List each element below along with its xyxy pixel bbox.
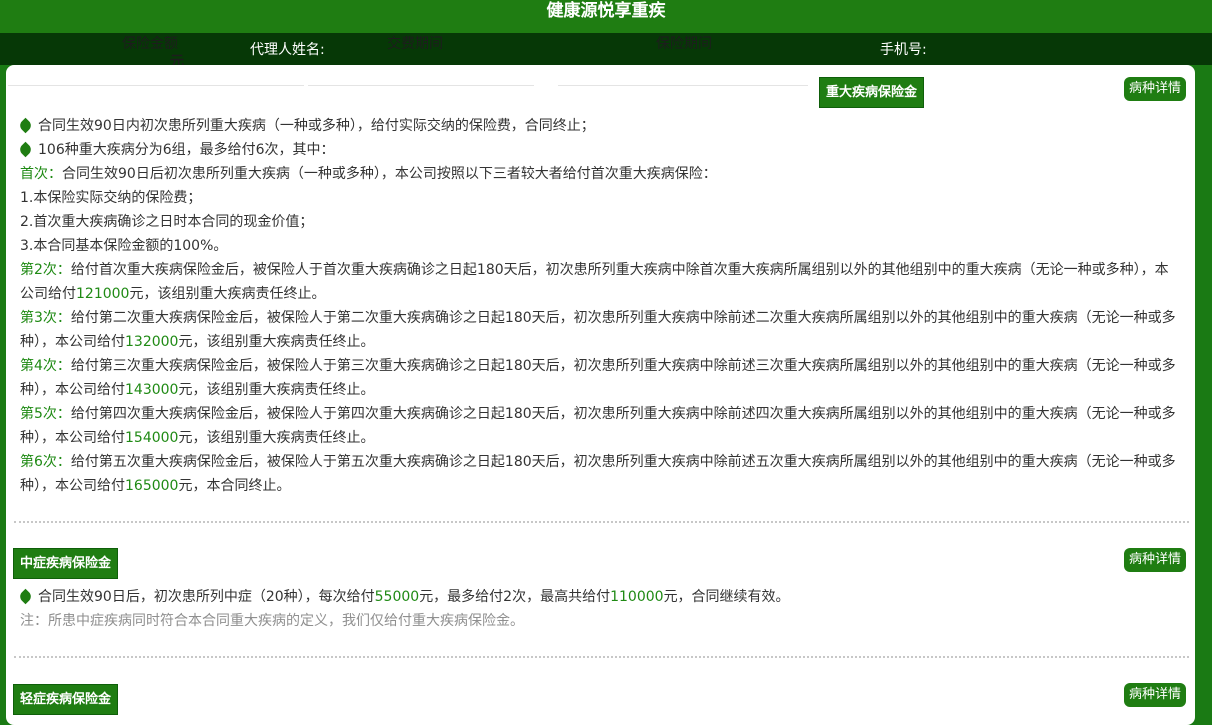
- phone-label: 手机号:: [880, 42, 927, 58]
- major-first: 首次：合同生效90日后初次患所列重大疾病（一种或多种），本公司按照以下三者较大者…: [20, 166, 717, 182]
- major-time-4: 第4次：给付第三次重大疾病保险金后，被保险人于第三次重大疾病确诊之日起180天后…: [20, 358, 1176, 398]
- ghost-divider: [308, 85, 534, 86]
- major-time-6: 第6次：给付第五次重大疾病保险金后，被保险人于第五次重大疾病确诊之日起180天后…: [20, 454, 1176, 494]
- ghost-divider: [8, 85, 304, 86]
- agent-name-label: 代理人姓名:: [250, 42, 325, 58]
- mid-line: 合同生效90日后，初次患所列中症（20种），每次给付55000元，最多给付2次，…: [17, 585, 1180, 609]
- light-detail-button[interactable]: 病种详情: [1124, 683, 1187, 707]
- leaf-icon: [17, 141, 34, 158]
- leaf-icon: [17, 588, 34, 605]
- ghost-payperiod-label: 交费期间: [387, 36, 443, 52]
- major-line-1: 合同生效90日内初次患所列重大疾病（一种或多种），给付实际交纳的保险费，合同终止…: [17, 114, 1180, 138]
- major-time-2: 第2次：给付首次重大疾病保险金后，被保险人于首次重大疾病确诊之日起180天后，初…: [20, 262, 1169, 302]
- benefits-card: 重大疾病保险金 病种详情 合同生效90日内初次患所列重大疾病（一种或多种），给付…: [6, 65, 1195, 725]
- major-detail-button[interactable]: 病种详情: [1124, 77, 1187, 101]
- leaf-icon: [17, 117, 34, 134]
- app-header: 健康源悦享重疾: [0, 0, 1212, 33]
- page-title: 健康源悦享重疾: [546, 1, 666, 21]
- mid-detail-button[interactable]: 病种详情: [1124, 548, 1187, 572]
- light-illness-tag: 轻症疾病保险金: [13, 684, 119, 715]
- mid-illness-tag: 中症疾病保险金: [13, 548, 119, 579]
- agent-info-bar: 保险金额 元 代理人姓名: 交费期间 保险期间 手机号:: [0, 33, 1212, 70]
- major-item-2: 2.首次重大疾病确诊之日时本合同的现金价值；: [20, 214, 314, 230]
- section-divider: [14, 521, 1189, 523]
- ghost-amount-label: 保险金额: [122, 36, 178, 52]
- major-illness-tag: 重大疾病保险金: [819, 77, 925, 108]
- ghost-cover-label: 保险期间: [656, 36, 712, 52]
- major-item-3: 3.本合同基本保险金额的100%。: [20, 238, 228, 254]
- section-divider: [14, 656, 1189, 658]
- mid-note: 注：所患中症疾病同时符合本合同重大疾病的定义，我们仅给付重大疾病保险金。: [20, 613, 524, 629]
- major-item-1: 1.本保险实际交纳的保险费；: [20, 190, 202, 206]
- major-time-5: 第5次：给付第四次重大疾病保险金后，被保险人于第四次重大疾病确诊之日起180天后…: [20, 406, 1176, 446]
- major-time-3: 第3次：给付第二次重大疾病保险金后，被保险人于第二次重大疾病确诊之日起180天后…: [20, 310, 1176, 350]
- ghost-divider: [558, 85, 808, 86]
- major-line-2: 106种重大疾病分为6组，最多给付6次，其中：: [17, 138, 1180, 162]
